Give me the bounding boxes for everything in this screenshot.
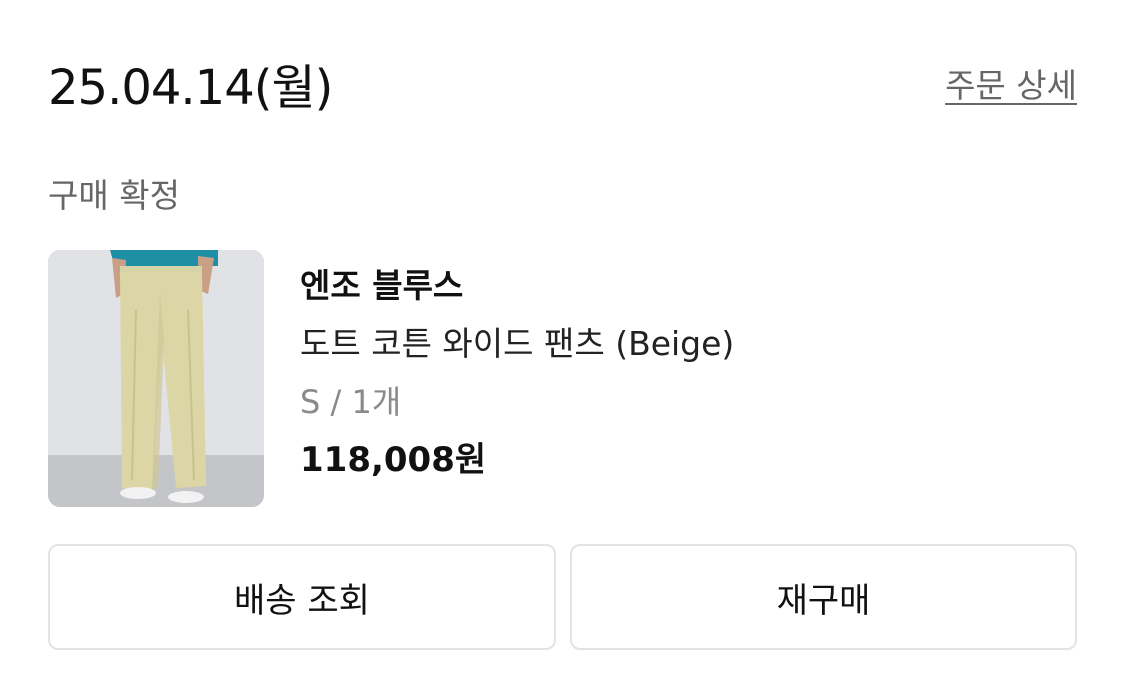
product-image[interactable]	[48, 250, 264, 507]
pants-photo-icon	[48, 250, 264, 507]
product-option: S / 1개	[300, 383, 402, 421]
product-info[interactable]: 엔조 블루스 도트 코튼 와이드 팬츠 (Beige) S / 1개 118,0…	[300, 262, 734, 484]
order-card: 25.04.14(월) 주문 상세 구매 확정 엔조 블루스 도트 코튼 와이드…	[0, 0, 1125, 686]
order-status: 구매 확정	[48, 176, 180, 215]
order-detail-link[interactable]: 주문 상세	[945, 64, 1077, 108]
product-name: 도트 코튼 와이드 팬츠 (Beige)	[300, 324, 735, 363]
product-price: 118,008원	[300, 440, 487, 480]
brand-name: 엔조 블루스	[300, 266, 464, 305]
order-date: 25.04.14(월)	[48, 60, 333, 116]
delivery-tracking-button[interactable]: 배송 조회	[48, 544, 556, 650]
reorder-button[interactable]: 재구매	[570, 544, 1077, 650]
